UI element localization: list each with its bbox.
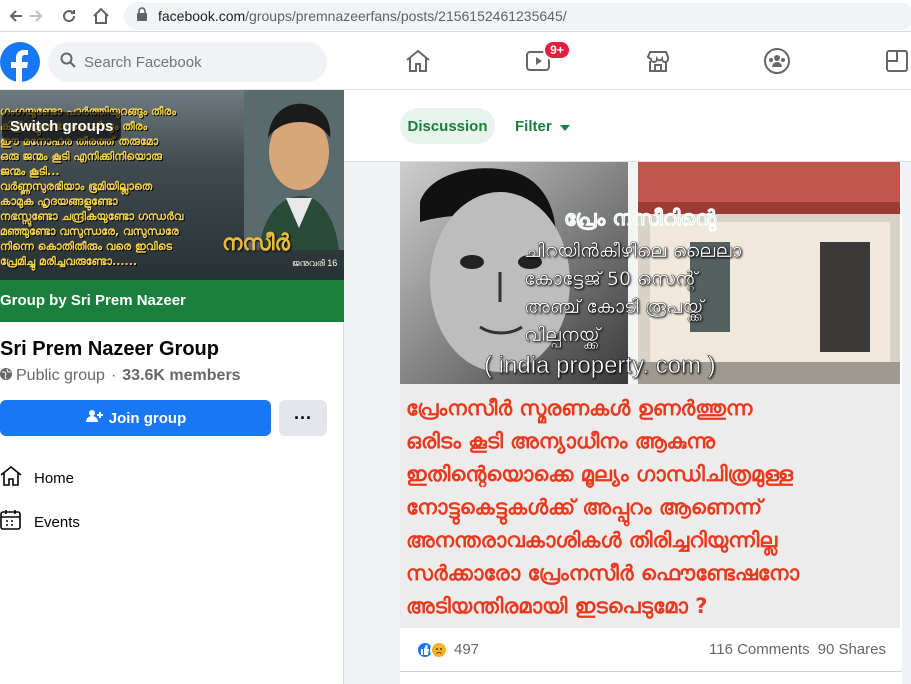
- home-browser-icon[interactable]: [89, 4, 113, 28]
- post-card: പ്രേം നസീറിന്റെ ചിറയിൻകീഴിലെ ലൈലാ കോട്ടേ…: [400, 162, 902, 684]
- post-text-line: അനന്തരാവകാശികൾ തിരിച്ചറിയുന്നില്ല: [406, 528, 778, 552]
- home-outline-icon: [0, 465, 22, 491]
- sidebar-item-home[interactable]: Home: [0, 458, 320, 498]
- search-box[interactable]: [48, 42, 327, 82]
- post-image-source: ( india property. com ): [484, 352, 716, 379]
- post-image-line: വില്പനയ്ക്ക്: [524, 324, 600, 346]
- post-image[interactable]: പ്രേം നസീറിന്റെ ചിറയിൻകീഴിലെ ലൈലാ കോട്ടേ…: [400, 162, 900, 628]
- sidebar-item-label: Events: [34, 513, 80, 531]
- more-options-button[interactable]: ···: [279, 400, 327, 436]
- facebook-logo-icon[interactable]: [0, 42, 40, 82]
- group-owner-banner[interactable]: Group by Sri Prem Nazeer: [0, 280, 344, 322]
- feed-filter-bar: Discussion Filter: [344, 90, 911, 162]
- group-members-count[interactable]: 33.6K members: [122, 367, 240, 385]
- post-image-line: ചിറയിൻകീഴിലെ ലൈലാ: [524, 240, 742, 262]
- join-group-icon: [85, 409, 103, 427]
- marketplace-tab-icon[interactable]: [642, 44, 674, 78]
- watch-notification-badge: 9+: [543, 40, 571, 60]
- post-text-line: പ്രേംനസീർ സ്മരണകൾ ഉണർത്തുന്ന: [406, 396, 753, 420]
- forward-arrow-icon[interactable]: [24, 4, 48, 28]
- sad-reaction-icon: [430, 640, 448, 659]
- switch-groups-button[interactable]: Switch groups: [2, 112, 122, 141]
- group-privacy: Public group: [16, 367, 105, 384]
- tab-discussion[interactable]: Discussion: [400, 108, 495, 144]
- meta-separator: ·: [110, 367, 117, 384]
- post-text-line: സർക്കാരോ പ്രേംനസീർ ഫൌണ്ടേഷനോ: [406, 561, 800, 585]
- join-group-button[interactable]: Join group: [0, 400, 271, 436]
- url-host: facebook.com: [158, 8, 246, 24]
- post-image-title: പ്രേം നസീറിന്റെ: [564, 206, 717, 231]
- url-path: /groups/premnazeerfans/posts/21561524612…: [245, 8, 567, 24]
- comments-count[interactable]: 116 Comments: [709, 641, 810, 658]
- shares-count[interactable]: 90 Shares: [818, 641, 886, 658]
- sidebar-item-events[interactable]: Events: [0, 502, 320, 542]
- search-input[interactable]: [84, 53, 304, 71]
- cover-logo-text: നസീർ: [222, 230, 290, 256]
- cover-date-text: ജനുവരി 16: [292, 258, 338, 268]
- calendar-icon: [0, 509, 22, 535]
- gaming-tab-icon[interactable]: [881, 44, 911, 78]
- post-image-text-panel: പ്രേംനസീർ സ്മരണകൾ ഉണർത്തുന്ന ഒരിടം കൂടി …: [400, 384, 900, 628]
- address-bar[interactable]: facebook.com/groups/premnazeerfans/posts…: [124, 2, 911, 30]
- group-cover-photo: ഗംഗയുണ്ടോ പാർത്തിയുറങ്ങും തീരം കിളികളുണ്…: [0, 90, 344, 280]
- cover-portrait-image: [244, 90, 344, 250]
- post-text-line: ഒരിടം കൂടി അന്യാധീനം ആകുന്നു: [406, 429, 716, 453]
- globe-icon: [0, 367, 12, 385]
- caret-down-icon: [559, 118, 570, 135]
- url-text: facebook.com/groups/premnazeerfans/posts…: [158, 8, 567, 24]
- facebook-header: [0, 32, 911, 90]
- home-tab-icon[interactable]: [402, 44, 434, 78]
- browser-toolbar: facebook.com/groups/premnazeerfans/posts…: [0, 0, 911, 32]
- reload-icon[interactable]: [57, 4, 81, 28]
- reactions-count[interactable]: 497: [454, 641, 479, 658]
- post-image-line: അഞ്ച് കോടി രൂപയ്ക്ക്: [524, 296, 704, 318]
- post-text-line: ഇതിന്റെയൊക്കെ മൂല്യം ഗാന്ധിചിത്രമുള്ള: [406, 462, 794, 486]
- post-image-line: കോട്ടേജ് 50 സെന്റ്: [524, 268, 698, 290]
- tab-filter[interactable]: Filter: [515, 108, 570, 144]
- sidebar-item-label: Home: [34, 469, 75, 487]
- lock-icon: [136, 6, 148, 26]
- group-title[interactable]: Sri Prem Nazeer Group: [0, 338, 219, 361]
- post-reactions-bar: 497 116 Comments 90 Shares: [400, 628, 902, 672]
- groups-tab-icon[interactable]: [761, 44, 793, 78]
- filter-label: Filter: [515, 117, 552, 135]
- group-sidebar: ഗംഗയുണ്ടോ പാർത്തിയുറങ്ങും തീരം കിളികളുണ്…: [0, 90, 344, 684]
- reaction-icons[interactable]: [416, 640, 448, 659]
- join-group-label: Join group: [108, 409, 187, 427]
- post-text-line: നോട്ടുകെട്ടുകൾക്ക് അപ്പുറം ആണെന്ന്: [406, 495, 763, 519]
- search-icon: [60, 52, 76, 73]
- post-text-line: അടിയന്തിരമായി ഇടപെടുമോ ?: [406, 594, 708, 618]
- group-meta: Public group · 33.6K members: [0, 367, 241, 385]
- group-feed: Discussion Filter പ്രേം നസീറിന്റെ ചിറയിൻ…: [344, 90, 911, 684]
